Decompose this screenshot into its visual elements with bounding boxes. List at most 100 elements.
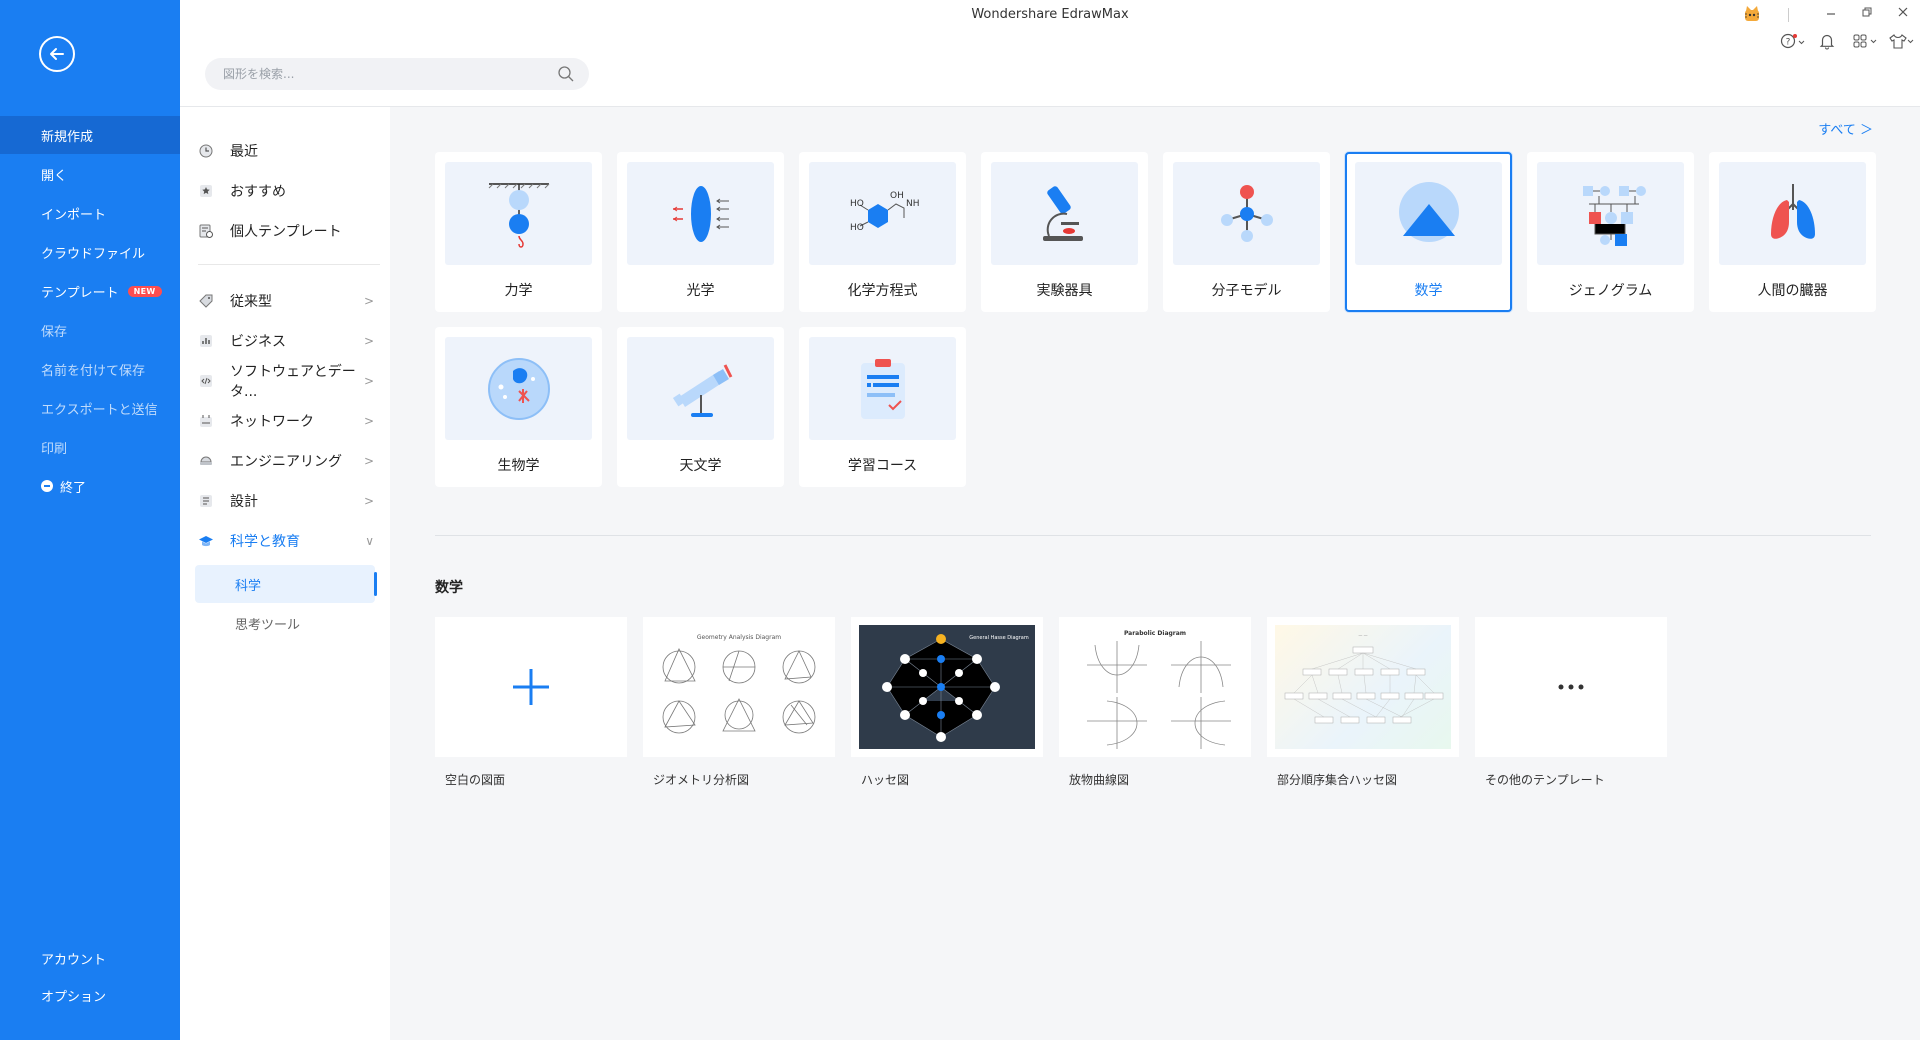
tile-mathematics[interactable]: 数学 <box>1345 152 1512 312</box>
category-software-data-label: ソフトウェアとデータ... <box>230 364 356 400</box>
more-templates-thumb <box>1483 625 1659 749</box>
microscope-icon <box>1042 185 1083 241</box>
tile-human-organs[interactable]: 人間の臓器 <box>1709 152 1876 312</box>
nav-save-as-label: 名前を付けて保存 <box>41 363 146 379</box>
category-science-education[interactable]: 科学と教育 ∨ <box>198 524 380 558</box>
bell-icon <box>1819 34 1835 50</box>
minimize-button[interactable] <box>1825 6 1837 21</box>
category-basic[interactable]: 従来型 > <box>198 284 380 318</box>
chevron-right-icon: > <box>363 454 374 468</box>
category-network[interactable]: ネットワーク > <box>198 404 380 438</box>
nav-account[interactable]: アカウント <box>0 939 180 977</box>
tile-astronomy-label: 天文学 <box>679 458 722 474</box>
search-icon[interactable] <box>557 65 575 83</box>
chemical-structure-icon: HO HO OHNH <box>850 191 920 233</box>
nav-templates[interactable]: テンプレート NEW <box>0 272 180 310</box>
tile-chemical-equation[interactable]: HO HO OH NH 化学方程式 <box>799 152 966 312</box>
molecule-icon <box>1220 184 1273 242</box>
nav-import[interactable]: インポート <box>0 194 180 232</box>
graduation-cap-icon <box>199 536 213 547</box>
tile-biology-label: 生物学 <box>497 458 540 474</box>
category-business-label: ビジネス <box>230 334 286 350</box>
tile-learning-course[interactable]: 学習コース <box>799 327 966 487</box>
chevron-right-icon: > <box>363 294 374 308</box>
category-recent[interactable]: 最近 <box>198 134 380 168</box>
notifications-button[interactable] <box>1818 31 1836 51</box>
nav-print[interactable]: 印刷 <box>0 428 180 466</box>
template-parabolic-diagram[interactable]: Parabolic Diagram <box>1059 617 1251 757</box>
chevron-right-icon: > <box>363 334 374 348</box>
hasse-thumb-title: General Hasse Diagram <box>969 635 1029 641</box>
poset-hasse-thumb: — — <box>1275 625 1451 749</box>
star-icon <box>200 185 212 197</box>
subcategory-science[interactable]: 科学 <box>195 565 377 603</box>
template-more-label: その他のテンプレート <box>1485 773 1605 787</box>
nav-print-label: 印刷 <box>41 441 68 457</box>
subcategory-thinking-tools[interactable]: 思考ツール <box>195 604 375 642</box>
template-blank[interactable] <box>435 617 627 757</box>
chemical-equation-illustration: HO HO OH NH <box>809 162 956 265</box>
nav-templates-label: テンプレート <box>41 285 119 301</box>
category-business[interactable]: ビジネス > <box>198 324 380 358</box>
nav-new[interactable]: 新規作成 <box>0 116 180 154</box>
arrow-left-icon <box>50 48 64 60</box>
restore-icon <box>1862 7 1872 17</box>
restore-button[interactable] <box>1861 6 1873 21</box>
nav-exit[interactable]: 終了 <box>0 467 180 505</box>
tile-learning-course-label: 学習コース <box>847 458 918 474</box>
lab-equipment-illustration <box>991 162 1138 265</box>
search-box[interactable] <box>205 58 589 90</box>
tile-mechanics[interactable]: 力学 <box>435 152 602 312</box>
template-poset-hasse[interactable]: — — <box>1267 617 1459 757</box>
lens-icon <box>672 185 729 242</box>
category-recent-label: 最近 <box>230 144 258 160</box>
category-design[interactable]: 設計 > <box>198 484 380 518</box>
tile-molecular-model[interactable]: 分子モデル <box>1163 152 1330 312</box>
exit-icon <box>41 480 53 492</box>
tile-lab-equipment[interactable]: 実験器具 <box>981 152 1148 312</box>
category-personal-templates[interactable]: 個人テンプレート <box>198 214 380 248</box>
nav-open-label: 開く <box>41 168 68 184</box>
math-shapes-icon <box>1398 181 1459 242</box>
code-icon <box>200 375 212 387</box>
nav-save-as[interactable]: 名前を付けて保存 <box>0 350 180 388</box>
category-divider <box>198 264 380 265</box>
category-software-data[interactable]: ソフトウェアとデータ... > <box>198 364 380 400</box>
close-button[interactable] <box>1897 6 1909 21</box>
nav-save[interactable]: 保存 <box>0 311 180 349</box>
nav-open[interactable]: 開く <box>0 155 180 193</box>
template-geometry-analysis[interactable]: Geometry Analysis Diagram <box>643 617 835 757</box>
tile-human-organs-label: 人間の臓器 <box>1757 283 1828 299</box>
category-recommended[interactable]: おすすめ <box>198 174 380 208</box>
category-engineering[interactable]: エンジニアリング > <box>198 444 380 478</box>
apps-button[interactable] <box>1852 31 1880 51</box>
help-button[interactable]: ? <box>1780 31 1806 51</box>
nav-options[interactable]: オプション <box>0 976 180 1014</box>
svg-text:HO: HO <box>850 199 864 209</box>
nav-new-label: 新規作成 <box>41 129 94 145</box>
svg-text:?: ? <box>1786 38 1791 48</box>
geometry-analysis-thumb: Geometry Analysis Diagram <box>651 625 827 749</box>
template-hasse-diagram[interactable]: General Hasse Diagram <box>851 617 1043 757</box>
template-parabolic-diagram-label: 放物曲線図 <box>1069 773 1130 787</box>
tile-optics[interactable]: 光学 <box>617 152 784 312</box>
nav-cloud-files[interactable]: クラウドファイル <box>0 233 180 271</box>
category-basic-label: 従来型 <box>230 294 272 310</box>
tile-genogram[interactable]: ジェノグラム <box>1527 152 1694 312</box>
chevron-right-icon: > <box>363 374 374 388</box>
cat-mascot-icon[interactable] <box>1742 5 1762 26</box>
design-icon <box>200 495 212 507</box>
nav-exit-label: 終了 <box>60 480 87 496</box>
nav-export-send[interactable]: エクスポートと送信 <box>0 389 180 427</box>
back-button[interactable] <box>39 36 75 72</box>
theme-button[interactable] <box>1888 31 1916 51</box>
tile-mathematics-label: 数学 <box>1414 283 1443 299</box>
tile-biology[interactable]: 生物学 <box>435 327 602 487</box>
shirt-icon <box>1889 34 1914 49</box>
tile-astronomy[interactable]: 天文学 <box>617 327 784 487</box>
search-input[interactable] <box>223 67 557 81</box>
template-more[interactable] <box>1475 617 1667 757</box>
view-all-link[interactable]: すべて ＞ <box>1818 119 1873 138</box>
tile-lab-equipment-label: 実験器具 <box>1036 283 1093 299</box>
category-engineering-label: エンジニアリング <box>230 454 342 470</box>
